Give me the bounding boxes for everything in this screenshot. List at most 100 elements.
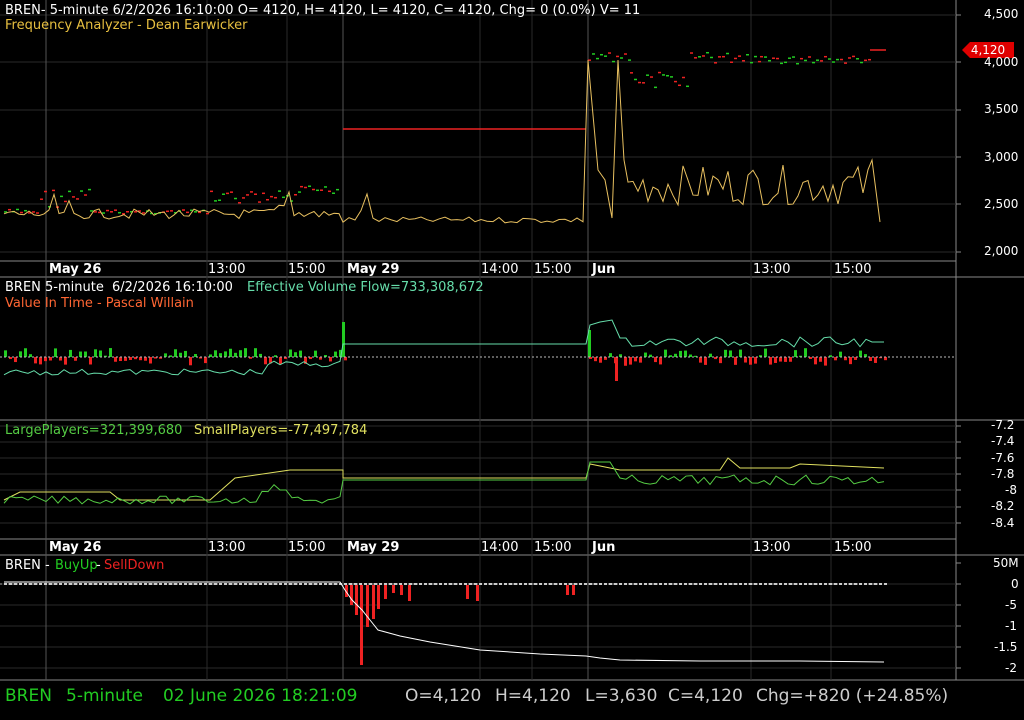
buyup-bar	[79, 583, 82, 585]
volume-flow-bar	[299, 350, 302, 357]
date-label: 14:00	[481, 540, 519, 555]
status-symbol: BREN	[5, 686, 52, 706]
date-label: May 29	[347, 540, 400, 555]
volume-flow-bar	[24, 348, 27, 357]
buyup-bar	[614, 583, 617, 585]
buyup-bar	[574, 583, 577, 585]
buyup-bar	[464, 583, 467, 585]
buyup-bar	[114, 583, 117, 585]
buyup-bar	[654, 583, 657, 585]
date-label: Jun	[592, 262, 616, 277]
volume-flow-bar	[734, 357, 737, 365]
buyup-bar	[59, 583, 62, 585]
effective-volume-flow-line	[3, 319, 884, 376]
volume-flow-bar	[124, 357, 127, 361]
buyup-axis-label: -2	[1005, 661, 1017, 675]
buyup-bar	[409, 583, 412, 585]
flow-panel-symbol: BREN 5-minute	[5, 280, 104, 295]
buyup-bar	[779, 583, 782, 585]
buyup-bar	[484, 583, 487, 585]
buyup-bar	[284, 583, 287, 585]
volume-flow-bar	[254, 348, 257, 357]
buyup-bar	[369, 583, 372, 585]
buyup-bar	[879, 583, 882, 585]
buyup-bar	[39, 583, 42, 585]
volume-flow-bar	[754, 357, 757, 364]
volume-flow-bar	[342, 322, 345, 357]
buyup-bar	[314, 583, 317, 585]
volume-flow-bar	[164, 353, 167, 357]
volume-flow-bar	[824, 357, 827, 366]
price-axis-label: 4,500	[984, 7, 1019, 21]
volume-flow-bar	[764, 348, 767, 357]
buyup-bar	[364, 583, 367, 585]
buyup-bar	[609, 583, 612, 585]
date-label: 13:00	[753, 540, 791, 555]
volume-flow-bar	[39, 357, 42, 365]
volume-flow-bar	[789, 357, 792, 362]
volume-flow-bar	[594, 357, 597, 362]
buyup-bar	[234, 583, 237, 585]
buyup-bar	[639, 583, 642, 585]
buyup-bar	[579, 583, 582, 585]
buyup-bar	[454, 583, 457, 585]
buyup-bar	[884, 583, 887, 585]
selldown-bar	[372, 585, 375, 619]
price-axis-label: 2,000	[984, 244, 1019, 258]
volume-flow-bar	[279, 357, 282, 365]
buyup-bar	[664, 583, 667, 585]
buyup-bar	[419, 583, 422, 585]
buyup-bar	[674, 583, 677, 585]
volume-flow-bar	[64, 357, 67, 365]
buyup-bar	[524, 583, 527, 585]
buyup-bar	[859, 583, 862, 585]
buyup-bar	[624, 583, 627, 585]
small-players-line	[3, 457, 885, 501]
players-axis-label: -7.2	[991, 418, 1015, 432]
players-axis-label: -8.2	[991, 499, 1015, 513]
volume-flow-bar	[729, 350, 732, 357]
date-label: May 26	[49, 540, 102, 555]
volume-flow-bar	[264, 357, 267, 365]
volume-flow-bar	[329, 357, 332, 362]
value-in-time-label: Value In Time - Pascal Willain	[5, 296, 194, 311]
selldown-bar	[366, 585, 369, 627]
volume-flow-bar	[74, 357, 77, 361]
buyup-bar	[689, 583, 692, 585]
volume-flow-bar	[599, 357, 602, 363]
buyup-bar	[499, 583, 502, 585]
chart-canvas[interactable]	[0, 0, 1024, 720]
buyup-bar	[754, 583, 757, 585]
volume-flow-bar	[769, 357, 772, 365]
buyup-bar	[149, 583, 152, 585]
volume-flow-bar	[109, 348, 112, 357]
buyup-bar	[269, 583, 272, 585]
volume-flow-bar	[204, 357, 207, 364]
volume-flow-bar	[59, 357, 62, 361]
date-label: 15:00	[288, 262, 326, 277]
volume-flow-bar	[739, 349, 742, 357]
buyup-bar	[394, 583, 397, 585]
buyup-bar	[479, 583, 482, 585]
buyup-bar	[279, 583, 282, 585]
volume-flow-bar	[749, 357, 752, 365]
small-players-value: SmallPlayers=-77,497,784	[194, 423, 368, 438]
volume-flow-bar	[639, 357, 642, 363]
volume-flow-bar	[609, 353, 612, 357]
buyup-bar	[184, 583, 187, 585]
frequency-analyzer-line	[3, 59, 881, 224]
status-low: L=3,630	[585, 686, 658, 706]
volume-flow-bar	[709, 353, 712, 357]
volume-flow-bar	[184, 350, 187, 357]
date-label: May 29	[347, 262, 400, 277]
volume-flow-bar	[704, 357, 707, 365]
buyup-bar	[504, 583, 507, 585]
volume-flow-bar	[4, 350, 7, 357]
buyup-bar	[254, 583, 257, 585]
buyup-bar	[139, 583, 142, 585]
volume-flow-bar	[344, 357, 347, 361]
volume-flow-bar	[19, 351, 22, 357]
buyup-bar	[104, 583, 107, 585]
volume-flow-bar	[189, 357, 192, 366]
buyup-bar	[724, 583, 727, 585]
